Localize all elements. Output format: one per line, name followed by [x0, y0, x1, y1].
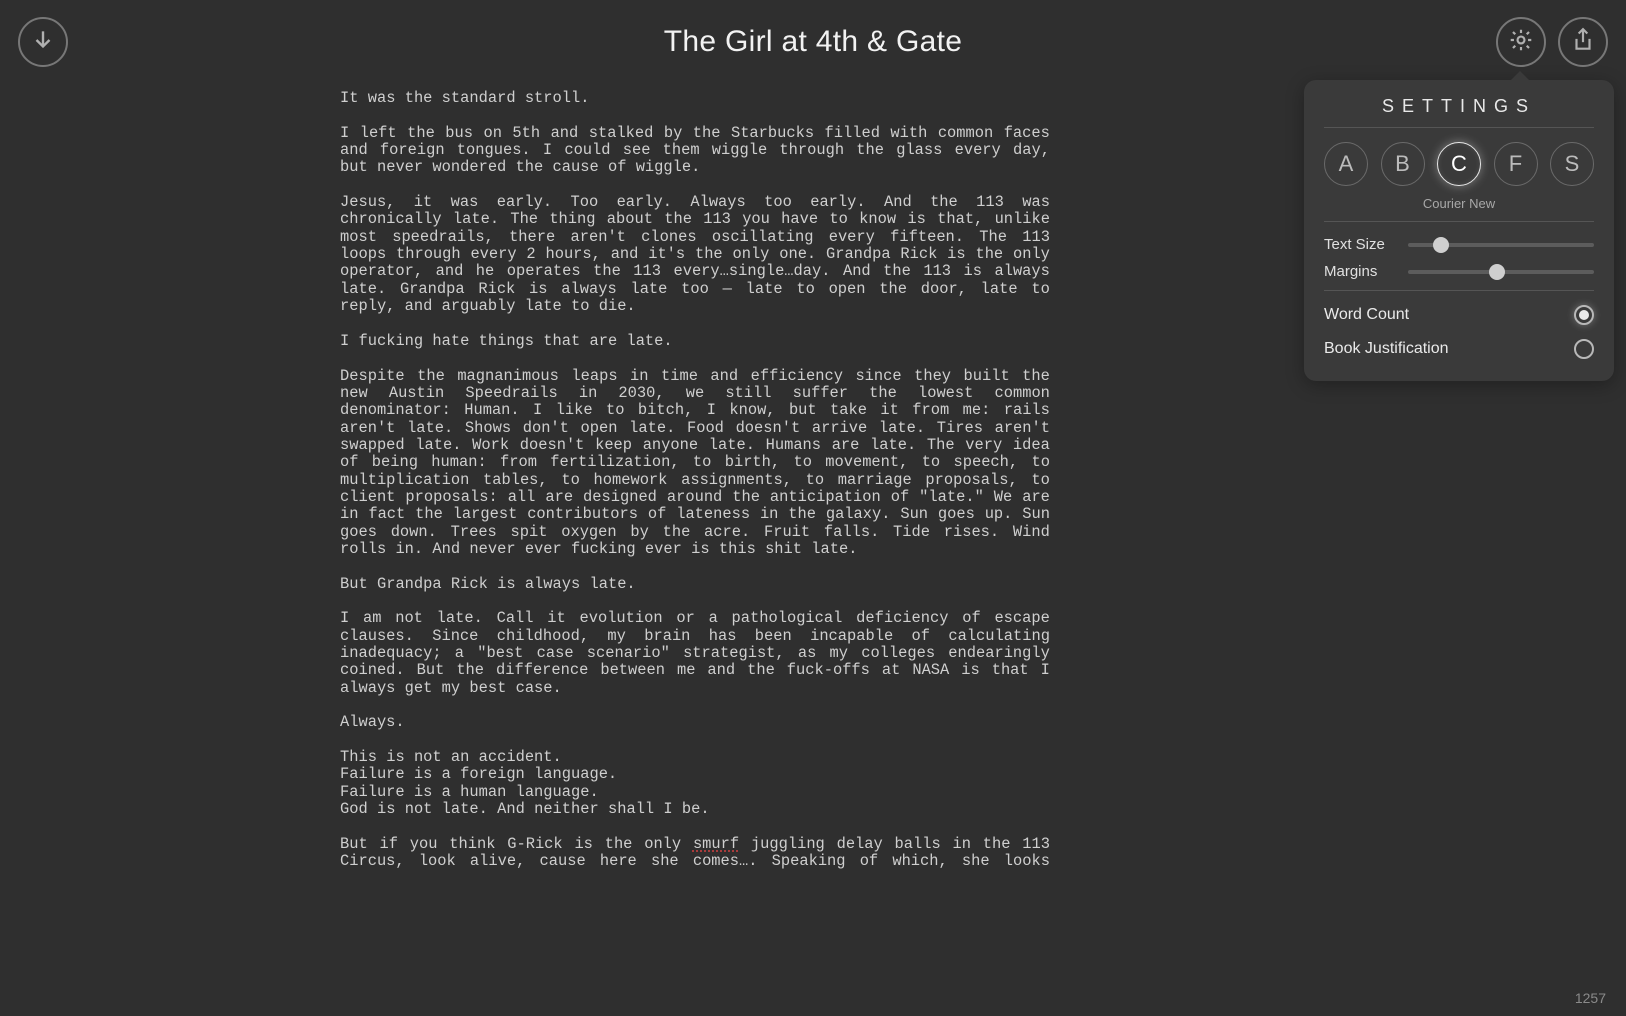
font-selector-row: ABCFS [1324, 142, 1594, 186]
word-count-toggle-row: Word Count [1324, 305, 1594, 325]
text-size-thumb[interactable] [1433, 237, 1449, 253]
word-count-toggle-label: Word Count [1324, 306, 1409, 324]
margins-slider[interactable] [1408, 270, 1594, 274]
font-option-c[interactable]: C [1437, 142, 1481, 186]
text-size-row: Text Size [1324, 236, 1594, 253]
toolbar-left [18, 17, 68, 67]
divider [1324, 221, 1594, 222]
font-option-a[interactable]: A [1324, 142, 1368, 186]
toolbar: The Girl at 4th & Gate [0, 0, 1626, 84]
gear-icon [1508, 27, 1534, 58]
font-option-b[interactable]: B [1381, 142, 1425, 186]
settings-panel: SETTINGS ABCFS Courier New Text Size Mar… [1304, 80, 1614, 381]
editor-viewport[interactable]: It was the standard stroll. I left the b… [340, 90, 1050, 870]
word-count-toggle[interactable] [1574, 305, 1594, 325]
text-size-label: Text Size [1324, 236, 1394, 253]
divider [1324, 127, 1594, 128]
font-option-f[interactable]: F [1494, 142, 1538, 186]
divider [1324, 290, 1594, 291]
font-option-s[interactable]: S [1550, 142, 1594, 186]
margins-row: Margins [1324, 263, 1594, 280]
settings-button[interactable] [1496, 17, 1546, 67]
text-size-slider[interactable] [1408, 243, 1594, 247]
toolbar-right [1496, 17, 1608, 67]
book-justification-toggle[interactable] [1574, 339, 1594, 359]
document-text[interactable]: It was the standard stroll. I left the b… [340, 90, 1050, 870]
margins-thumb[interactable] [1489, 264, 1505, 280]
document-title: The Girl at 4th & Gate [664, 25, 962, 59]
book-justification-toggle-label: Book Justification [1324, 340, 1449, 358]
selected-font-name: Courier New [1324, 196, 1594, 211]
margins-label: Margins [1324, 263, 1394, 280]
share-button[interactable] [1558, 17, 1608, 67]
download-icon [30, 27, 56, 58]
download-button[interactable] [18, 17, 68, 67]
word-count-display: 1257 [1575, 990, 1606, 1006]
settings-title: SETTINGS [1324, 96, 1594, 117]
share-icon [1570, 27, 1596, 58]
misspelled-word[interactable]: smurf [693, 835, 739, 853]
book-justification-toggle-row: Book Justification [1324, 339, 1594, 359]
